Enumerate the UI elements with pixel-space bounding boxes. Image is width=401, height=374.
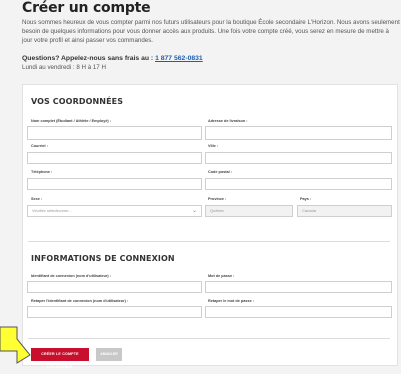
sex-select[interactable]: Veuillez sélectionner... ⌄ xyxy=(27,205,202,217)
password-label: Mot de passe : xyxy=(208,274,235,278)
phone-prompt: Questions? Appelez-nous sans frais au : xyxy=(22,55,156,62)
section-divider xyxy=(28,241,390,242)
postal-code-field[interactable] xyxy=(205,178,392,190)
country-label: Pays : xyxy=(300,197,312,201)
actions-divider xyxy=(28,338,390,339)
confirm-username-label: Retaper l'identifiant de connexion (nom … xyxy=(31,299,129,303)
country-value: Canada xyxy=(302,208,317,213)
delivery-address-field[interactable] xyxy=(205,126,392,140)
phone-label: Téléphone : xyxy=(31,170,53,174)
phone-line: Questions? Appelez-nous sans frais au : … xyxy=(22,55,203,62)
city-field[interactable] xyxy=(205,152,392,164)
chevron-down-icon: ⌄ xyxy=(191,208,197,214)
full-name-label: Nom complet (Étudiant / Athlète / Employ… xyxy=(31,119,112,123)
contact-section-title: VOS COORDONNÉES xyxy=(31,97,124,106)
username-field[interactable] xyxy=(27,281,202,293)
postal-code-label: Code postal : xyxy=(208,170,233,174)
city-label: Ville : xyxy=(208,144,219,148)
login-section-title: INFORMATIONS DE CONNEXION xyxy=(31,254,175,263)
password-field[interactable] xyxy=(205,281,392,293)
sex-label: Sexe : xyxy=(31,197,43,201)
full-name-field[interactable] xyxy=(27,126,202,140)
country-field: Canada xyxy=(297,205,392,217)
confirm-username-field[interactable] xyxy=(27,306,202,318)
confirm-password-label: Retaper le mot de passe : xyxy=(208,299,255,303)
province-field: Québec xyxy=(205,205,293,217)
username-label: Identifiant de connexion (nom d'utilisat… xyxy=(31,274,112,278)
phone-link[interactable]: 1 877 562-0831 xyxy=(155,55,203,62)
province-label: Province : xyxy=(208,197,227,201)
create-account-page: Créer un compte Nous sommes heureux de v… xyxy=(0,0,401,369)
email-field[interactable] xyxy=(27,152,202,164)
email-label: Courriel : xyxy=(31,144,48,148)
cancel-button[interactable]: ANNULER xyxy=(96,348,122,361)
phone-field[interactable] xyxy=(27,178,202,190)
business-hours: Lundi au vendredi : 8 H à 17 H xyxy=(22,64,106,71)
intro-text: Nous sommes heureux de vous compter parm… xyxy=(22,19,400,44)
page-title: Créer un compte xyxy=(22,0,151,16)
sex-select-placeholder: Veuillez sélectionner... xyxy=(32,208,72,213)
delivery-address-label: Adresse de livraison : xyxy=(208,119,248,123)
confirm-password-field[interactable] xyxy=(205,306,392,318)
create-account-button[interactable]: CRÉER LE COMPTE UTILISATEUR xyxy=(31,348,89,369)
province-value: Québec xyxy=(210,208,225,213)
pointer-arrow-icon xyxy=(0,326,31,364)
